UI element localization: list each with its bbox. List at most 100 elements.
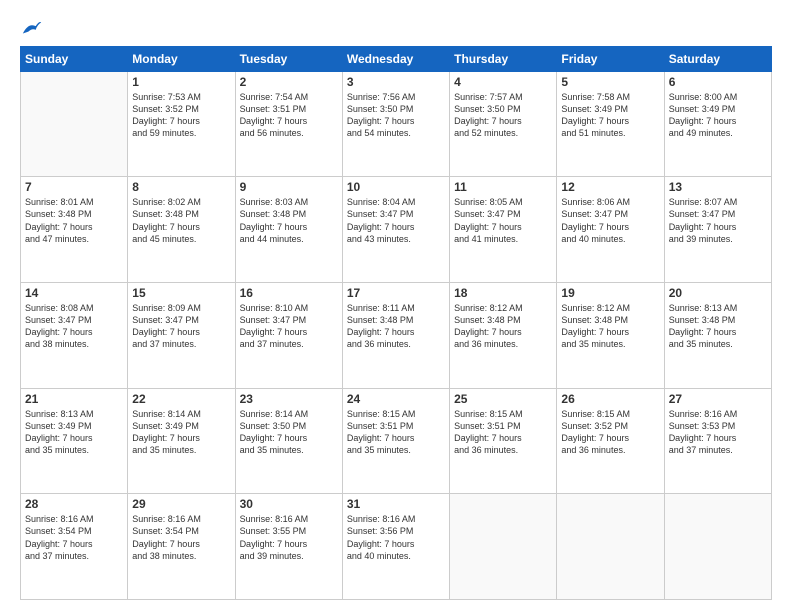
calendar-cell: 18Sunrise: 8:12 AM Sunset: 3:48 PM Dayli…: [450, 282, 557, 388]
calendar-cell: 1 Sunrise: 7:53 AM Sunset: 3:52 PM Daylig…: [128, 71, 235, 177]
day-number: 1: [132, 75, 230, 89]
day-header-row: SundayMondayTuesdayWednesdayThursdayFrid…: [21, 46, 772, 71]
cell-info: Sunrise: 8:16 AM Sunset: 3:55 PM Dayligh…: [240, 513, 338, 562]
week-row-1: 1 Sunrise: 7:53 AM Sunset: 3:52 PM Daylig…: [21, 71, 772, 177]
calendar-cell: 22 Sunrise: 8:14 AM Sunset: 3:49 PM Dayli…: [128, 388, 235, 494]
calendar-cell: 17Sunrise: 8:11 AM Sunset: 3:48 PM Dayli…: [342, 282, 449, 388]
cell-info: Sunrise: 8:16 AM Sunset: 3:56 PM Dayligh…: [347, 513, 445, 562]
calendar-cell: 27 Sunrise: 8:16 AM Sunset: 3:53 PM Dayli…: [664, 388, 771, 494]
calendar-cell: 13 Sunrise: 8:07 AM Sunset: 3:47 PM Dayli…: [664, 177, 771, 283]
day-number: 10: [347, 180, 445, 194]
calendar-cell: 21 Sunrise: 8:13 AM Sunset: 3:49 PM Dayli…: [21, 388, 128, 494]
cell-info: Sunrise: 8:04 AM Sunset: 3:47 PM Dayligh…: [347, 196, 445, 245]
cell-info: Sunrise: 7:54 AM Sunset: 3:51 PM Dayligh…: [240, 91, 338, 140]
calendar-body: 1 Sunrise: 7:53 AM Sunset: 3:52 PM Daylig…: [21, 71, 772, 599]
day-number: 5: [561, 75, 659, 89]
cell-info: Sunrise: 8:16 AM Sunset: 3:54 PM Dayligh…: [132, 513, 230, 562]
day-number: 27: [669, 392, 767, 406]
cell-info: Sunrise: 8:16 AM Sunset: 3:53 PM Dayligh…: [669, 408, 767, 457]
cell-info: Sunrise: 8:16 AM Sunset: 3:54 PM Dayligh…: [25, 513, 123, 562]
cell-info: Sunrise: 8:14 AM Sunset: 3:50 PM Dayligh…: [240, 408, 338, 457]
cell-info: Sunrise: 8:02 AM Sunset: 3:48 PM Dayligh…: [132, 196, 230, 245]
day-number: 2: [240, 75, 338, 89]
calendar-cell: 19Sunrise: 8:12 AM Sunset: 3:48 PM Dayli…: [557, 282, 664, 388]
calendar-cell: 6 Sunrise: 8:00 AM Sunset: 3:49 PM Daylig…: [664, 71, 771, 177]
day-number: 26: [561, 392, 659, 406]
calendar-cell: 16Sunrise: 8:10 AM Sunset: 3:47 PM Dayli…: [235, 282, 342, 388]
calendar-cell: 25 Sunrise: 8:15 AM Sunset: 3:51 PM Dayli…: [450, 388, 557, 494]
calendar-cell: 9Sunrise: 8:03 AM Sunset: 3:48 PM Daylig…: [235, 177, 342, 283]
cell-info: Sunrise: 8:15 AM Sunset: 3:51 PM Dayligh…: [347, 408, 445, 457]
calendar-cell: 7 Sunrise: 8:01 AM Sunset: 3:48 PM Daylig…: [21, 177, 128, 283]
logo-bird-icon: [21, 17, 43, 39]
day-number: 28: [25, 497, 123, 511]
calendar-cell: 5 Sunrise: 7:58 AM Sunset: 3:49 PM Daylig…: [557, 71, 664, 177]
day-number: 15: [132, 286, 230, 300]
cell-info: Sunrise: 8:07 AM Sunset: 3:47 PM Dayligh…: [669, 196, 767, 245]
calendar-cell: 28 Sunrise: 8:16 AM Sunset: 3:54 PM Dayli…: [21, 494, 128, 600]
day-header-thursday: Thursday: [450, 46, 557, 71]
page: SundayMondayTuesdayWednesdayThursdayFrid…: [0, 0, 792, 612]
day-header-tuesday: Tuesday: [235, 46, 342, 71]
day-number: 31: [347, 497, 445, 511]
calendar-cell: 10 Sunrise: 8:04 AM Sunset: 3:47 PM Dayli…: [342, 177, 449, 283]
calendar-cell: 8 Sunrise: 8:02 AM Sunset: 3:48 PM Daylig…: [128, 177, 235, 283]
day-number: 29: [132, 497, 230, 511]
week-row-2: 7 Sunrise: 8:01 AM Sunset: 3:48 PM Daylig…: [21, 177, 772, 283]
calendar-cell: 3 Sunrise: 7:56 AM Sunset: 3:50 PM Daylig…: [342, 71, 449, 177]
day-number: 16: [240, 286, 338, 300]
week-row-4: 21 Sunrise: 8:13 AM Sunset: 3:49 PM Dayli…: [21, 388, 772, 494]
calendar-cell: 26 Sunrise: 8:15 AM Sunset: 3:52 PM Dayli…: [557, 388, 664, 494]
logo: [20, 20, 43, 40]
cell-info: Sunrise: 8:15 AM Sunset: 3:51 PM Dayligh…: [454, 408, 552, 457]
cell-info: Sunrise: 8:13 AM Sunset: 3:48 PM Dayligh…: [669, 302, 767, 351]
day-header-wednesday: Wednesday: [342, 46, 449, 71]
week-row-3: 14Sunrise: 8:08 AM Sunset: 3:47 PM Dayli…: [21, 282, 772, 388]
cell-info: Sunrise: 8:05 AM Sunset: 3:47 PM Dayligh…: [454, 196, 552, 245]
cell-info: Sunrise: 8:01 AM Sunset: 3:48 PM Dayligh…: [25, 196, 123, 245]
day-number: 19: [561, 286, 659, 300]
day-number: 3: [347, 75, 445, 89]
calendar-cell: 4 Sunrise: 7:57 AM Sunset: 3:50 PM Daylig…: [450, 71, 557, 177]
calendar-cell: [557, 494, 664, 600]
day-number: 20: [669, 286, 767, 300]
calendar-cell: 11Sunrise: 8:05 AM Sunset: 3:47 PM Dayli…: [450, 177, 557, 283]
day-number: 21: [25, 392, 123, 406]
cell-info: Sunrise: 8:14 AM Sunset: 3:49 PM Dayligh…: [132, 408, 230, 457]
calendar-cell: 24 Sunrise: 8:15 AM Sunset: 3:51 PM Dayli…: [342, 388, 449, 494]
cell-info: Sunrise: 8:08 AM Sunset: 3:47 PM Dayligh…: [25, 302, 123, 351]
day-number: 7: [25, 180, 123, 194]
day-number: 12: [561, 180, 659, 194]
calendar-cell: 20 Sunrise: 8:13 AM Sunset: 3:48 PM Dayli…: [664, 282, 771, 388]
day-number: 23: [240, 392, 338, 406]
header: [20, 16, 772, 40]
day-header-monday: Monday: [128, 46, 235, 71]
calendar-cell: 23 Sunrise: 8:14 AM Sunset: 3:50 PM Dayli…: [235, 388, 342, 494]
cell-info: Sunrise: 8:15 AM Sunset: 3:52 PM Dayligh…: [561, 408, 659, 457]
day-number: 13: [669, 180, 767, 194]
cell-info: Sunrise: 8:06 AM Sunset: 3:47 PM Dayligh…: [561, 196, 659, 245]
calendar-cell: [21, 71, 128, 177]
calendar-cell: 12 Sunrise: 8:06 AM Sunset: 3:47 PM Dayli…: [557, 177, 664, 283]
day-number: 17: [347, 286, 445, 300]
cell-info: Sunrise: 7:58 AM Sunset: 3:49 PM Dayligh…: [561, 91, 659, 140]
cell-info: Sunrise: 8:09 AM Sunset: 3:47 PM Dayligh…: [132, 302, 230, 351]
day-number: 22: [132, 392, 230, 406]
day-number: 24: [347, 392, 445, 406]
day-number: 8: [132, 180, 230, 194]
calendar-cell: 2 Sunrise: 7:54 AM Sunset: 3:51 PM Daylig…: [235, 71, 342, 177]
cell-info: Sunrise: 7:57 AM Sunset: 3:50 PM Dayligh…: [454, 91, 552, 140]
day-number: 30: [240, 497, 338, 511]
cell-info: Sunrise: 8:13 AM Sunset: 3:49 PM Dayligh…: [25, 408, 123, 457]
week-row-5: 28 Sunrise: 8:16 AM Sunset: 3:54 PM Dayli…: [21, 494, 772, 600]
day-number: 25: [454, 392, 552, 406]
cell-info: Sunrise: 7:53 AM Sunset: 3:52 PM Dayligh…: [132, 91, 230, 140]
day-number: 4: [454, 75, 552, 89]
cell-info: Sunrise: 8:00 AM Sunset: 3:49 PM Dayligh…: [669, 91, 767, 140]
calendar-cell: 31 Sunrise: 8:16 AM Sunset: 3:56 PM Dayli…: [342, 494, 449, 600]
calendar-cell: [664, 494, 771, 600]
calendar-cell: 14Sunrise: 8:08 AM Sunset: 3:47 PM Dayli…: [21, 282, 128, 388]
cell-info: Sunrise: 7:56 AM Sunset: 3:50 PM Dayligh…: [347, 91, 445, 140]
day-number: 6: [669, 75, 767, 89]
cell-info: Sunrise: 8:12 AM Sunset: 3:48 PM Dayligh…: [454, 302, 552, 351]
